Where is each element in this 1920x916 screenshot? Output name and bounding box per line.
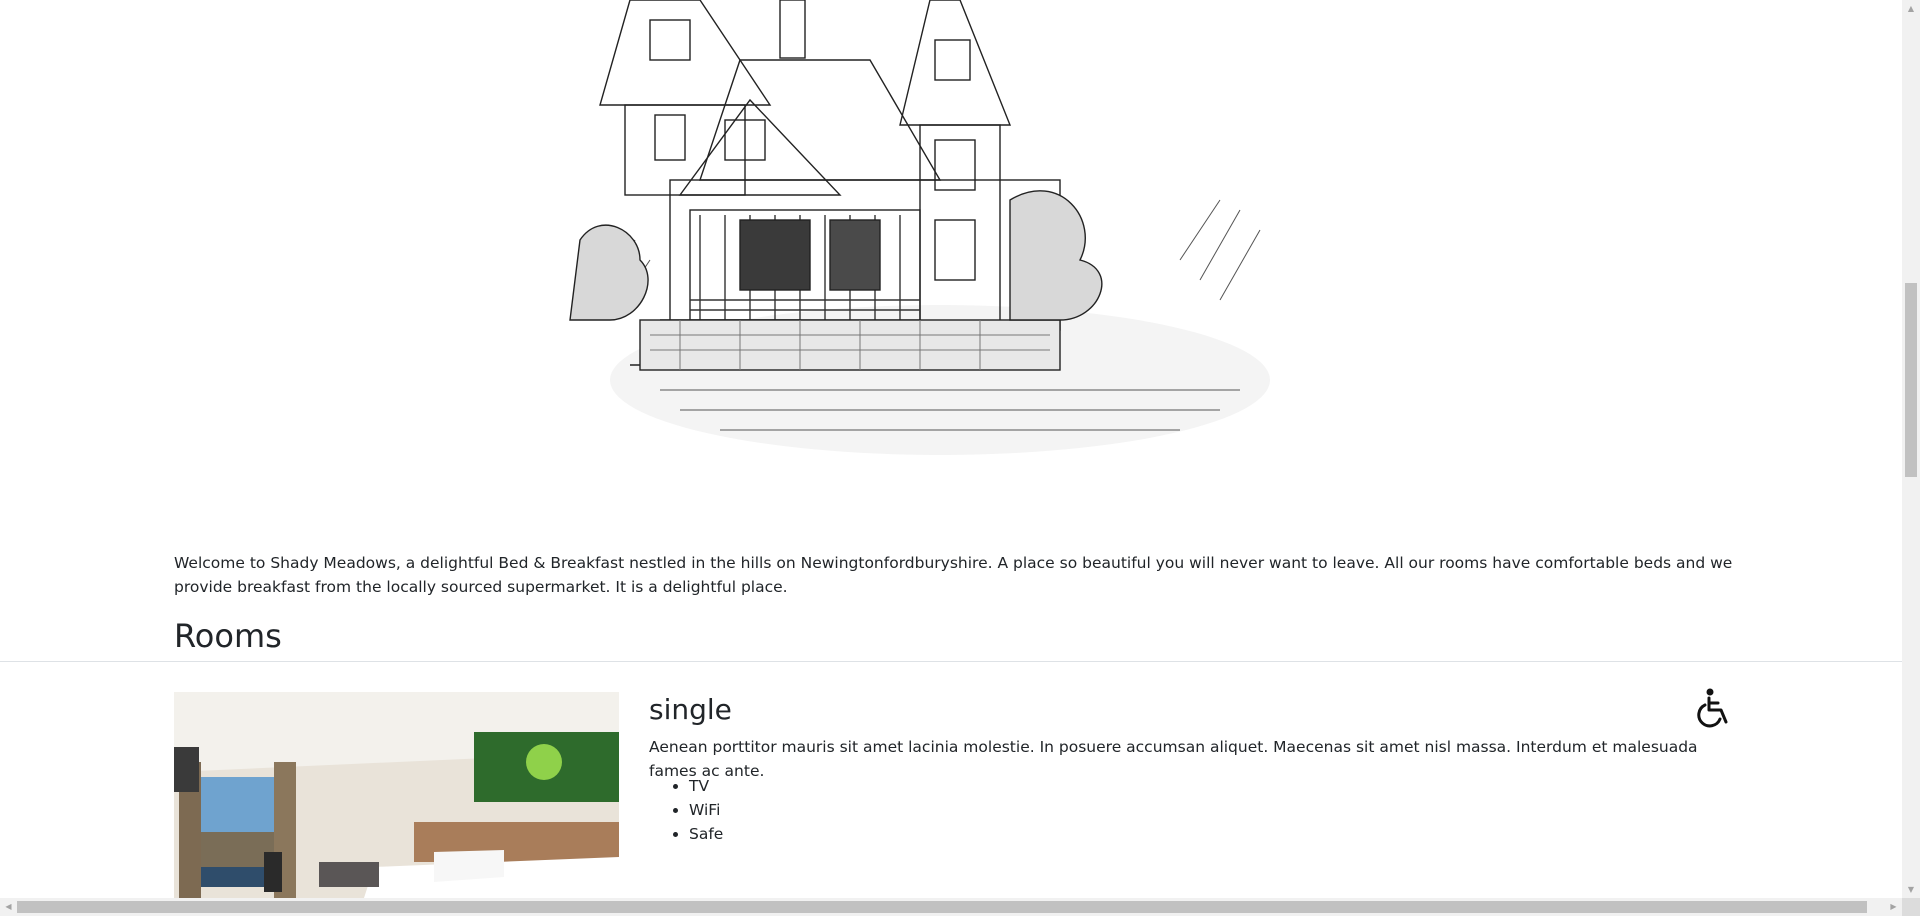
horizontal-scrollbar[interactable]: ◀ ▶ bbox=[0, 898, 1902, 916]
house-sketch-image bbox=[540, 0, 1400, 470]
room-image bbox=[174, 692, 619, 898]
scroll-down-icon[interactable]: ▼ bbox=[1902, 881, 1920, 898]
room-features-list: TV WiFi Safe bbox=[649, 774, 723, 846]
scroll-up-icon[interactable]: ▲ bbox=[1902, 0, 1920, 17]
feature-item: Safe bbox=[689, 822, 723, 846]
horizontal-scroll-thumb[interactable] bbox=[17, 901, 1867, 913]
section-divider bbox=[0, 661, 1902, 662]
vertical-scroll-thumb[interactable] bbox=[1905, 283, 1917, 477]
feature-item: TV bbox=[689, 774, 723, 798]
scroll-left-icon[interactable]: ◀ bbox=[0, 898, 17, 916]
scroll-right-icon[interactable]: ▶ bbox=[1885, 898, 1902, 916]
scrollbar-corner bbox=[1902, 898, 1920, 916]
page: Welcome to Shady Meadows, a delightful B… bbox=[0, 0, 1902, 898]
wheelchair-icon bbox=[1696, 688, 1732, 728]
vertical-scrollbar[interactable]: ▲ ▼ bbox=[1902, 0, 1920, 898]
room-description: Aenean porttitor mauris sit amet lacinia… bbox=[649, 738, 1698, 780]
welcome-text: Welcome to Shady Meadows, a delightful B… bbox=[174, 554, 1733, 596]
rooms-heading: Rooms bbox=[174, 617, 282, 655]
room-name: single bbox=[649, 693, 732, 726]
feature-item: WiFi bbox=[689, 798, 723, 822]
